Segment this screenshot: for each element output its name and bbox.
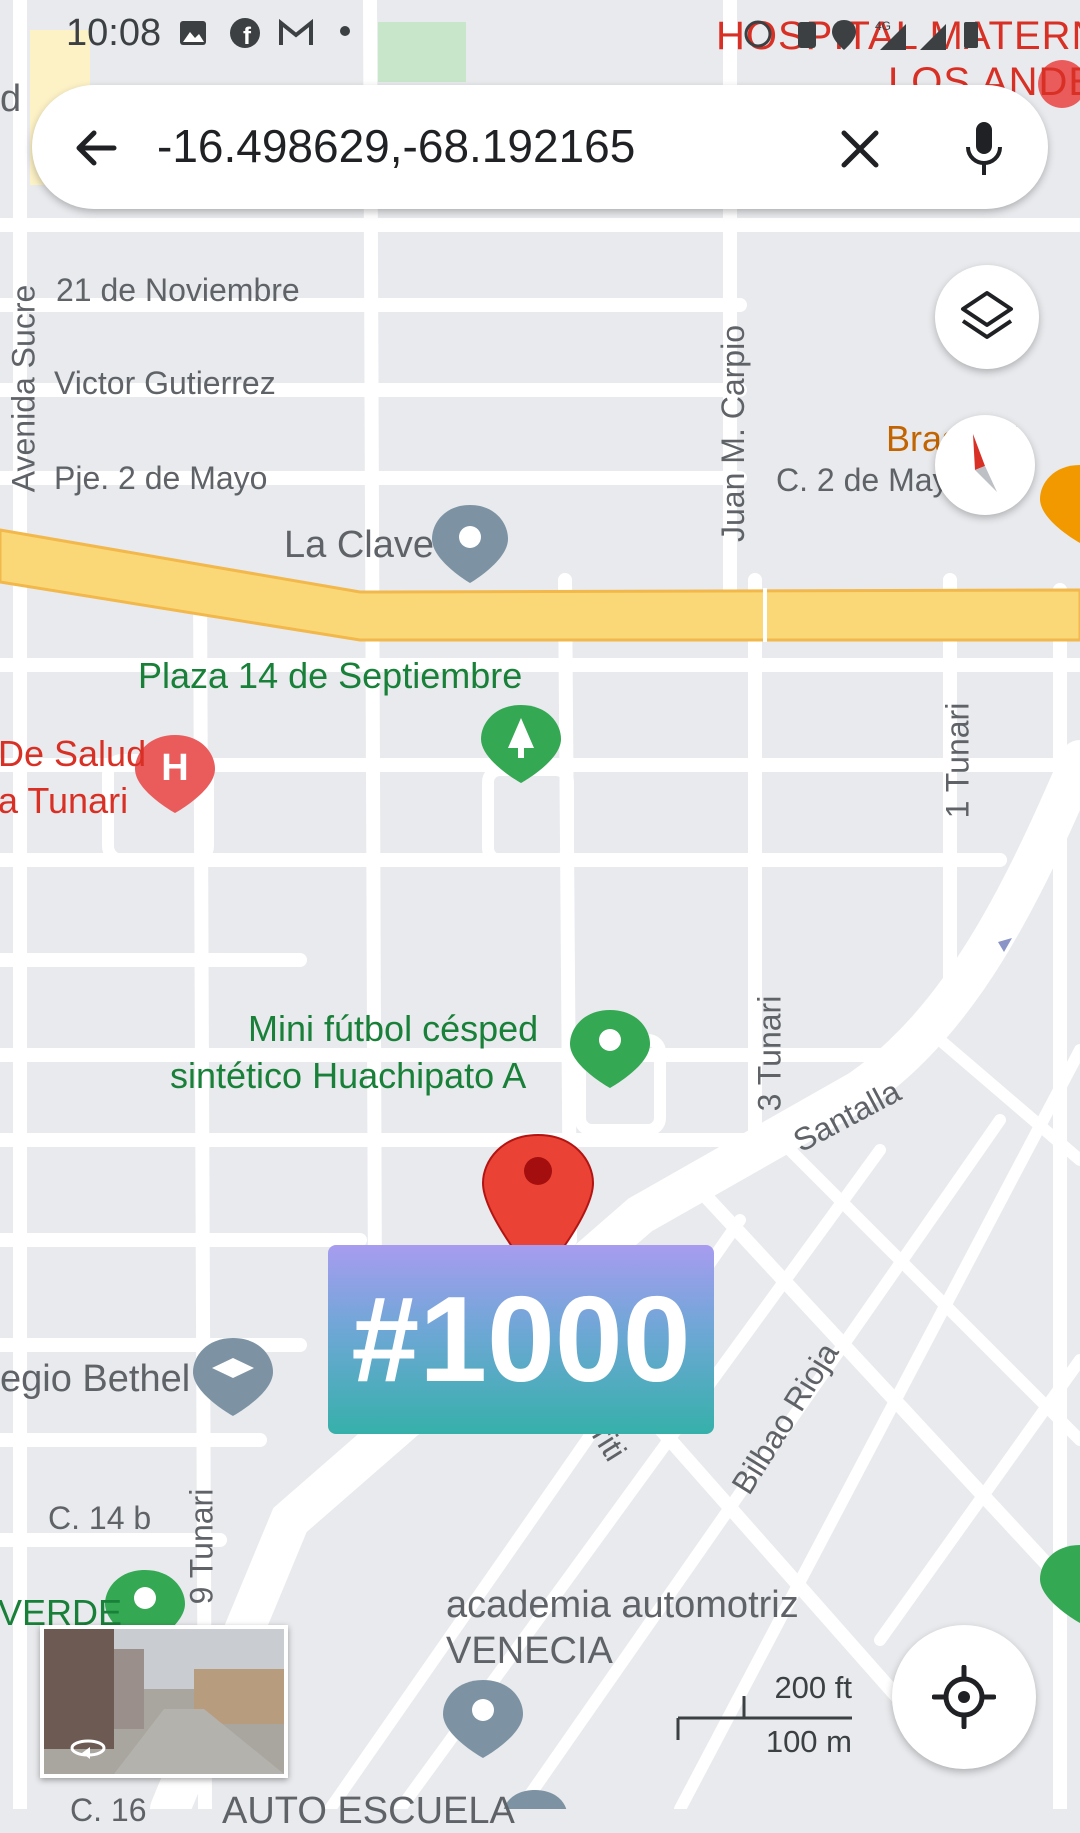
back-arrow-icon[interactable] <box>70 123 120 173</box>
street-1-tunari: 1 Tunari <box>939 702 976 819</box>
search-bar[interactable]: -16.498629,-68.192165 <box>32 85 1048 209</box>
scale-line <box>676 1696 852 1740</box>
bethel-label[interactable]: egio Bethel <box>0 1358 190 1401</box>
futbol-label[interactable]: Mini fútbol césped <box>248 1008 538 1050</box>
status-bar: 10:08 f 4G <box>0 0 1080 70</box>
svg-text:4G: 4G <box>875 19 891 33</box>
salud-label[interactable]: De Salud <box>0 733 146 775</box>
facebook-icon: f <box>230 18 260 50</box>
salud-label-2[interactable]: a Tunari <box>0 780 128 822</box>
street-pje-2-de-mayo: Pje. 2 de Mayo <box>54 460 268 496</box>
academia-label-2[interactable]: VENECIA <box>446 1630 613 1673</box>
street-c-14-b: C. 14 b <box>48 1500 152 1536</box>
street-view-thumbnail[interactable] <box>40 1625 288 1778</box>
microphone-icon[interactable] <box>962 119 1006 179</box>
plaza-label[interactable]: Plaza 14 de Septiembre <box>138 655 522 697</box>
street-juan-carpio: Juan M. Carpio <box>714 325 751 542</box>
counter-badge-text: #1000 <box>351 1271 691 1407</box>
street-3-tunari: 3 Tunari <box>751 995 788 1112</box>
street-9-tunari: 9 Tunari <box>183 1488 220 1605</box>
gallery-icon <box>180 21 206 45</box>
bottom-street-label: C. 16 <box>70 1792 147 1828</box>
svg-text:f: f <box>243 23 252 50</box>
compass-button[interactable] <box>935 415 1035 515</box>
academia-label[interactable]: academia automotriz <box>446 1584 799 1627</box>
la-clave-label[interactable]: La Clave <box>284 524 434 567</box>
svg-text:H: H <box>161 747 188 789</box>
scale-bar: 200 ft 100 m <box>676 1670 852 1760</box>
layers-button[interactable] <box>935 265 1039 369</box>
status-time: 10:08 <box>66 12 162 54</box>
layers-icon <box>961 291 1013 339</box>
street-victor-gutierrez: Victor Gutierrez <box>54 365 276 401</box>
rotate-360-icon <box>70 1739 106 1759</box>
compass-icon <box>973 434 997 492</box>
gmail-icon <box>279 18 313 45</box>
search-query[interactable]: -16.498629,-68.192165 <box>157 119 635 173</box>
system-status-icons: 4G <box>744 19 978 50</box>
futbol-label-2[interactable]: sintético Huachipato A <box>170 1055 526 1097</box>
counter-badge: #1000 <box>328 1245 714 1434</box>
partial-label: d <box>0 78 22 120</box>
street-21-noviembre: 21 de Noviembre <box>56 272 300 308</box>
street-avenida-sucre: Avenida Sucre <box>5 284 42 493</box>
auto-escuela-label[interactable]: AUTO ESCUELA <box>222 1790 515 1833</box>
my-location-icon <box>932 1665 996 1729</box>
clear-icon[interactable] <box>838 127 882 171</box>
notification-dot-icon <box>340 26 350 36</box>
my-location-button[interactable] <box>892 1625 1036 1769</box>
